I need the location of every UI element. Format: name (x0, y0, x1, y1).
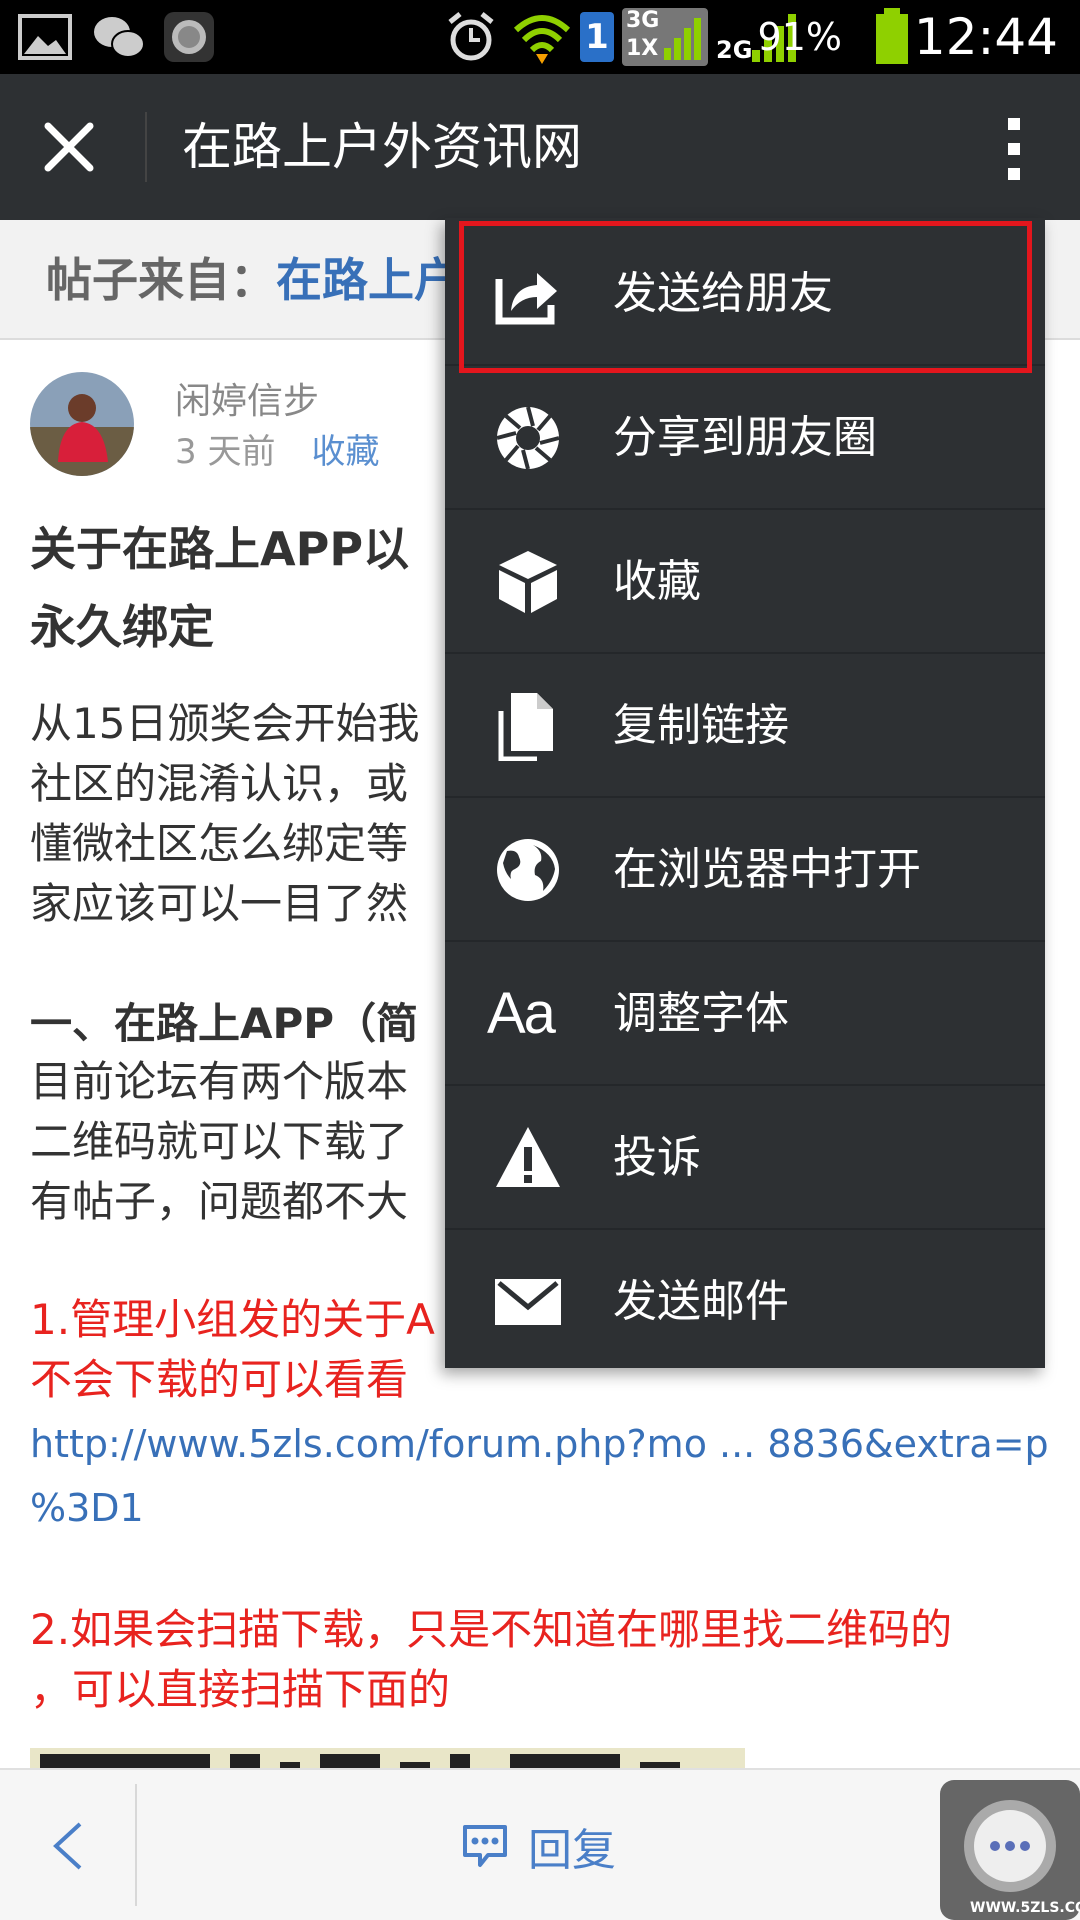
source-text: 帖子来自：在路上户 (46, 220, 460, 340)
reply-button[interactable]: 回复 (460, 1806, 616, 1886)
menu-item-label: 发送邮件 (613, 1276, 789, 1327)
article-link[interactable]: http://www.5zls.com/forum.php?mo ... 883… (30, 1412, 1050, 1540)
title-bar: 在路上户外资讯网 (0, 74, 1080, 220)
wechat-browser-screen: 1 3G 1X 2G 91% 12:44 在路上户外资讯网 帖子来自：在路上户 … (0, 0, 1080, 1920)
close-icon[interactable] (34, 112, 104, 182)
red-notice: 2.如果会扫描下载，只是不知道在哪里找二维码的 ，可以直接扫描下面的 (30, 1600, 1050, 1720)
menu-item-label: 调整字体 (613, 988, 789, 1039)
text-line: 2.如果会扫描下载，只是不知道在哪里找二维码的 (30, 1605, 953, 1654)
sim-indicator: 1 (580, 12, 614, 62)
author-meta: 3 天前 收藏 (175, 424, 379, 473)
reply-label: 回复 (528, 1825, 616, 1876)
wifi-icon (513, 15, 571, 64)
watermark: WWW.5ZLS.COM (970, 1900, 1080, 1916)
cube-icon (499, 551, 557, 613)
menu-item-favorite[interactable]: 收藏 (445, 510, 1045, 654)
link-line[interactable]: http://www.5zls.com/forum.php?mo ... 883… (30, 1412, 1050, 1476)
favorite-link[interactable]: 收藏 (311, 432, 379, 472)
menu-item-report[interactable]: 投诉 (445, 1086, 1045, 1230)
author-name[interactable]: 闲婷信步 (175, 372, 319, 424)
menu-item-label: 在浏览器中打开 (613, 844, 921, 895)
network-3g-1x-indicator: 3G 1X (622, 8, 708, 66)
clock: 12:44 (913, 8, 1058, 66)
record-icon (164, 12, 214, 62)
text-line: ，可以直接扫描下面的 (30, 1665, 451, 1714)
moments-aperture-icon (496, 406, 560, 470)
menu-item-copy-link[interactable]: 复制链接 (445, 654, 1045, 798)
battery-percent: 91% (757, 15, 842, 59)
post-time: 3 天前 (175, 432, 276, 472)
menu-item-adjust-font[interactable]: Aa 调整字体 (445, 942, 1045, 1086)
source-prefix: 帖子来自： (46, 253, 276, 307)
menu-item-send-email[interactable]: 发送邮件 (445, 1230, 1045, 1374)
envelope-icon (495, 1279, 561, 1325)
back-arrow-icon[interactable] (40, 1816, 100, 1876)
more-dots-icon (964, 1800, 1056, 1892)
warning-icon (496, 1127, 560, 1187)
menu-item-label: 投诉 (613, 1132, 701, 1183)
menu-item-label: 收藏 (613, 556, 701, 607)
highlight-box (459, 221, 1032, 373)
globe-icon (497, 839, 559, 901)
battery-icon (876, 8, 908, 64)
menu-item-label: 复制链接 (613, 700, 789, 751)
bottom-bar: 回复 (0, 1768, 1080, 1920)
signal-3g-icon (664, 18, 701, 60)
title-divider (145, 112, 147, 182)
copy-document-icon (498, 693, 553, 761)
more-options-icon[interactable] (984, 114, 1044, 184)
menu-item-open-in-browser[interactable]: 在浏览器中打开 (445, 798, 1045, 942)
source-link[interactable]: 在路上户 (276, 253, 460, 307)
font-aa-icon: Aa (487, 981, 556, 1046)
status-bar: 1 3G 1X 2G 91% 12:44 (0, 0, 1080, 74)
floating-assistive-button[interactable] (940, 1780, 1080, 1920)
link-line[interactable]: %3D1 (30, 1476, 1050, 1540)
page-title: 在路上户外资讯网 (182, 118, 582, 176)
menu-item-label: 分享到朋友圈 (613, 412, 877, 463)
wechat-notification-icon (94, 17, 145, 58)
gallery-icon (18, 14, 72, 60)
avatar[interactable] (30, 372, 134, 476)
bottom-divider (135, 1784, 137, 1906)
menu-item-share-moments[interactable]: 分享到朋友圈 (445, 366, 1045, 510)
comment-icon (463, 1825, 507, 1867)
network-2g-label: 2G (716, 36, 753, 64)
overflow-menu: 发送给朋友 分享到朋友圈 收藏 复制链接 在浏览器中打开 Aa 调整字体 投诉 … (445, 218, 1045, 1368)
alarm-icon (448, 12, 494, 61)
